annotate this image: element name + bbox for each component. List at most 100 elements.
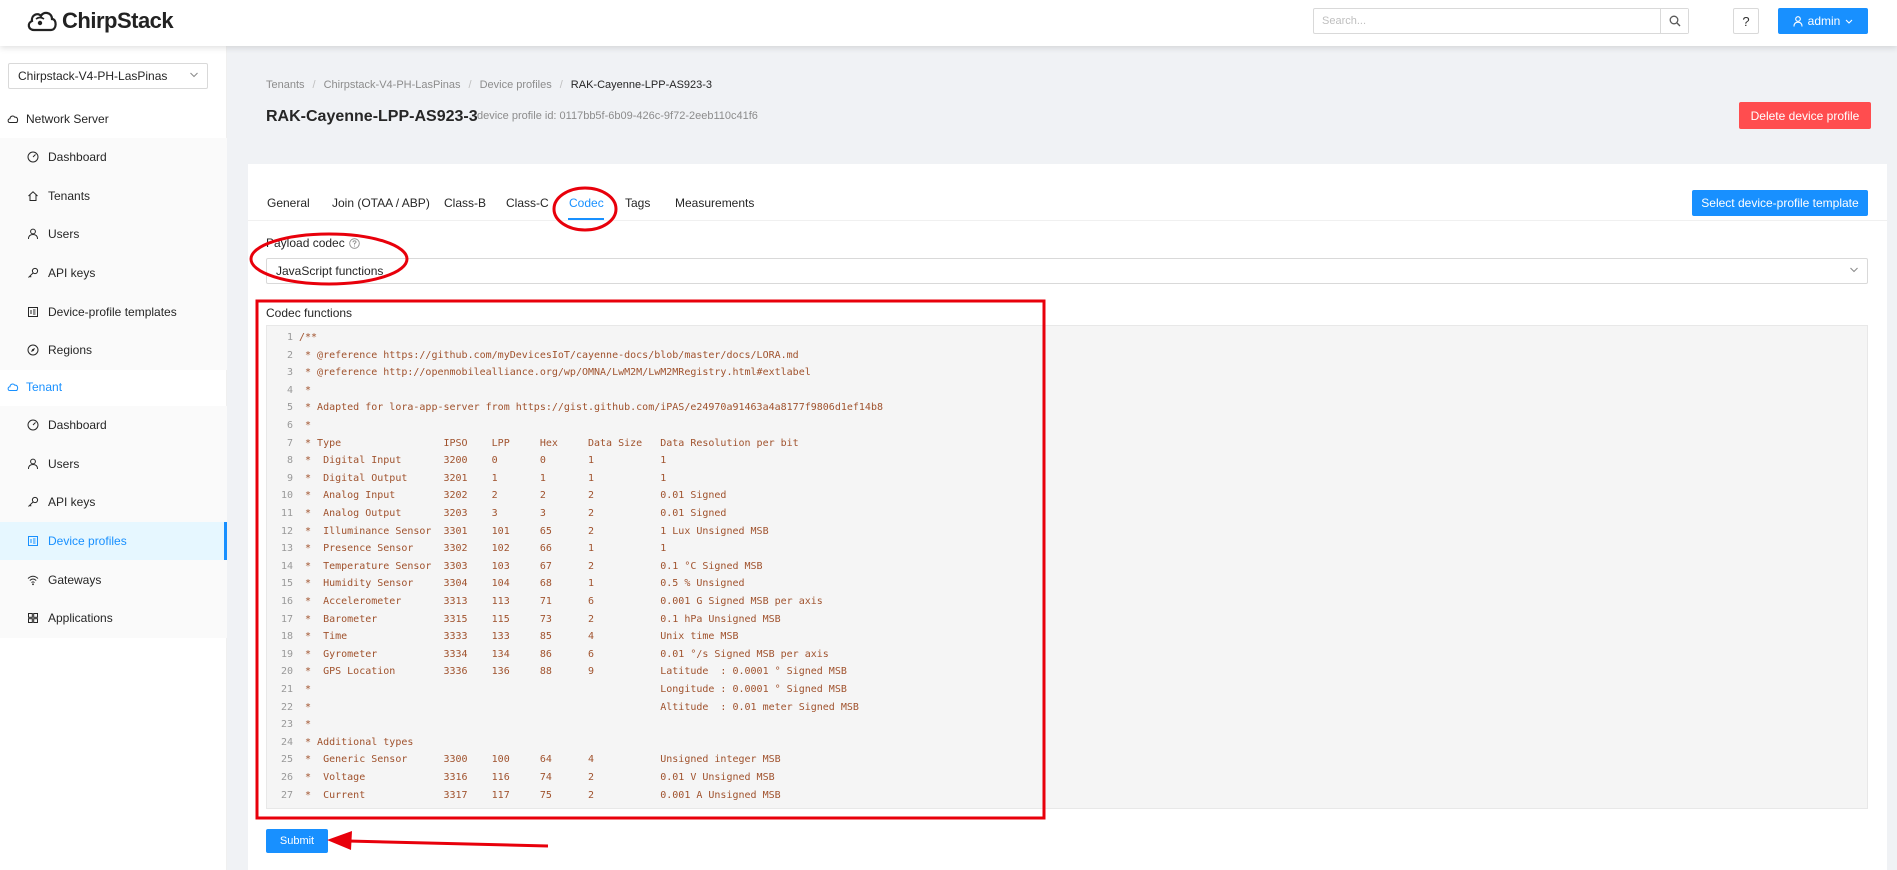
sidebar-item-label: Dashboard — [48, 150, 107, 165]
tenant-submenu: Dashboard Users API keys Device profiles… — [0, 406, 227, 638]
active-tab-indicator — [568, 218, 604, 220]
search-input[interactable] — [1314, 9, 1660, 33]
line-number: 15 — [280, 578, 293, 590]
menu-group-network-server[interactable]: Network Server — [0, 99, 227, 138]
tab-measurements[interactable]: Measurements — [675, 196, 754, 210]
sidebar-item-tenant-api-keys[interactable]: API keys — [0, 483, 227, 522]
line-number: 2 — [286, 349, 293, 361]
line-number: 26 — [280, 772, 293, 783]
tenant-select-value: Chirpstack-V4-PH-LasPinas — [18, 69, 168, 83]
code-text: * Analog Output 3203 3 3 2 0.01 Signed — [299, 508, 727, 519]
delete-device-profile-button[interactable]: Delete device profile — [1739, 102, 1871, 129]
line-number: 3 — [286, 367, 293, 379]
user-name: admin — [1807, 14, 1841, 28]
code-text: * Illuminance Sensor 3301 101 65 2 1 Lux… — [299, 525, 769, 537]
code-text: * Accelerometer 3313 113 71 6 0.001 G Si… — [299, 596, 823, 607]
sidebar-item-label: API keys — [48, 266, 96, 281]
question-circle-icon[interactable] — [348, 237, 360, 249]
menu-group-tenant[interactable]: Tenant — [0, 367, 227, 406]
search-button[interactable] — [1660, 9, 1688, 33]
line-number: 12 — [280, 525, 293, 537]
user-menu-button[interactable]: admin — [1778, 8, 1868, 34]
tab-class-b[interactable]: Class-B — [444, 196, 486, 210]
code-line: 26 * Voltage 3316 116 74 2 0.01 V Unsign… — [267, 769, 775, 787]
code-line: 9 * Digital Output 3201 1 1 1 1 — [267, 470, 666, 488]
sidebar-item-label: Regions — [48, 343, 93, 358]
code-text: * GPS Location 3336 136 88 9 Latitude : … — [299, 666, 847, 678]
code-editor[interactable]: 1 /** 2 * @reference https://github.com/my… — [266, 325, 1868, 809]
code-line: 27 * Current 3317 117 75 2 0.001 A Unsig… — [267, 787, 781, 805]
code-text: * Gyrometer 3334 134 86 6 0.01 °/s Signe… — [299, 648, 829, 660]
tab-codec[interactable]: Codec — [569, 196, 604, 210]
tenant-select[interactable]: Chirpstack-V4-PH-LasPinas — [8, 63, 208, 89]
breadcrumb-separator: / — [312, 79, 316, 91]
sidebar-item-ns-regions[interactable]: Regions — [0, 331, 227, 370]
sidebar-item-ns-tenants[interactable]: Tenants — [0, 177, 227, 216]
code-text: * Digital Input 3200 0 0 1 1 — [299, 455, 667, 467]
home-icon — [27, 190, 39, 202]
sidebar-item-applications[interactable]: Applications — [0, 599, 227, 638]
search-icon — [1669, 15, 1680, 27]
code-text: * — [299, 719, 312, 731]
device-profile-card: General Join (OTAA / ABP) Class-B Class-… — [248, 164, 1887, 870]
code-line: 7 * Type IPSO LPP Hex Data Size Data Res… — [267, 435, 799, 453]
line-number: 24 — [280, 736, 293, 748]
code-text: * Type IPSO LPP Hex Data Size Data Resol… — [299, 437, 799, 449]
tab-join[interactable]: Join (OTAA / ABP) — [332, 196, 430, 210]
submit-button[interactable]: Submit — [266, 829, 328, 853]
chevron-down-icon — [190, 72, 198, 78]
breadcrumb-separator: / — [559, 79, 563, 91]
tab-tags[interactable]: Tags — [625, 196, 650, 210]
sidebar-item-device-profiles[interactable]: Device profiles — [0, 521, 227, 561]
code-text: * Time 3333 133 85 4 Unix time MSB — [299, 631, 739, 643]
code-text: * Presence Sensor 3302 102 66 1 1 — [299, 543, 667, 555]
menu-group-label: Network Server — [26, 111, 109, 126]
payload-codec-label-text: Payload codec — [266, 236, 345, 250]
device-profile-id: device profile id: 0117bb5f-6b09-426c-9f… — [477, 110, 758, 122]
chirpstack-logo[interactable]: ChirpStack — [26, 8, 174, 34]
code-line: 15 * Humidity Sensor 3304 104 68 1 0.5 %… — [267, 575, 745, 593]
code-text: * Altitude : 0.01 meter Signed MSB — [299, 701, 859, 713]
sidebar-item-tenant-users[interactable]: Users — [0, 445, 227, 484]
sidebar-item-label: Users — [48, 456, 80, 471]
tab-general[interactable]: General — [267, 196, 310, 210]
line-number: 23 — [280, 719, 293, 731]
code-line: 8 * Digital Input 3200 0 0 1 1 — [267, 452, 666, 470]
line-number: 8 — [286, 455, 293, 467]
code-line: 12 * Illuminance Sensor 3301 101 65 2 1 … — [267, 523, 769, 541]
sidebar-item-ns-users[interactable]: Users — [0, 215, 227, 254]
sidebar-item-ns-api-keys[interactable]: API keys — [0, 254, 227, 293]
sidebar-item-ns-dashboard[interactable]: Dashboard — [0, 138, 227, 177]
line-number: 19 — [280, 648, 293, 660]
code-line: 16 * Accelerometer 3313 113 71 6 0.001 G… — [267, 593, 823, 611]
sidebar-item-ns-device-profile-templates[interactable]: Device-profile templates — [0, 292, 227, 331]
code-line: 22 * Altitude : 0.01 meter Signed MSB — [267, 699, 859, 717]
sidebar-item-gateways[interactable]: Gateways — [0, 560, 227, 599]
line-number: 5 — [286, 402, 293, 414]
code-text: * Current 3317 117 75 2 0.001 A Unsigned… — [299, 789, 781, 801]
select-template-button[interactable]: Select device-profile template — [1692, 190, 1868, 216]
chevron-down-icon — [1850, 267, 1858, 273]
wifi-icon — [27, 574, 39, 586]
key-icon — [27, 496, 39, 508]
breadcrumb-device-profiles[interactable]: Device profiles — [480, 79, 552, 91]
tab-class-c[interactable]: Class-C — [506, 196, 549, 210]
breadcrumb-current: RAK-Cayenne-LPP-AS923-3 — [570, 79, 713, 91]
sidebar-item-tenant-dashboard[interactable]: Dashboard — [0, 406, 227, 445]
breadcrumb-tenants[interactable]: Tenants — [266, 79, 305, 91]
help-button[interactable]: ? — [1733, 8, 1759, 34]
line-number: 14 — [280, 560, 293, 572]
user-icon — [27, 228, 39, 240]
breadcrumb-tenant[interactable]: Chirpstack-V4-PH-LasPinas — [324, 79, 461, 91]
payload-codec-select[interactable]: JavaScript functions — [266, 258, 1868, 284]
code-text: * Temperature Sensor 3303 103 67 2 0.1 °… — [299, 560, 763, 572]
appstore-icon — [27, 612, 39, 624]
code-line: 2 * @reference https://github.com/myDevi… — [267, 347, 799, 365]
code-line: 20 * GPS Location 3336 136 88 9 Latitude… — [267, 663, 847, 681]
sidebar-item-label: Gateways — [48, 572, 102, 587]
line-number: 18 — [280, 631, 293, 643]
sidebar-item-label: Tenants — [48, 188, 91, 203]
line-number: 17 — [280, 613, 293, 625]
code-line: 23 * — [267, 716, 311, 734]
sidebar-item-label: Users — [48, 227, 80, 242]
